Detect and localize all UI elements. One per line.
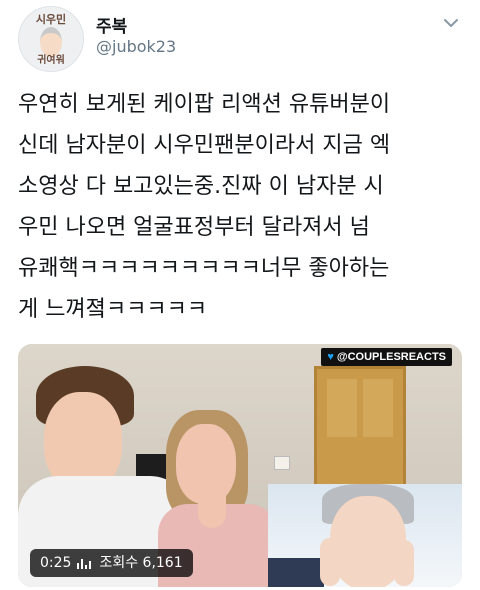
- display-name[interactable]: 주복: [96, 12, 127, 37]
- watermark-text: @COUPLESREACTS: [336, 351, 446, 363]
- inset-hand: [320, 538, 340, 586]
- outlet-graphic: [274, 456, 290, 470]
- channel-watermark: ♥ @COUPLESREACTS: [321, 348, 452, 366]
- tweet-line: 신데 남자분이 시우민팬분이라서 지금 엑: [18, 133, 391, 158]
- user-handle[interactable]: @jubok23: [96, 37, 176, 56]
- tweet-line: 유쾌핵ㅋㅋㅋㅋㅋㅋㅋㅋㅋ너무 좋아하는: [18, 256, 390, 281]
- tweet-text: 우연히 보게된 케이팝 리액션 유튜버분이 신데 남자분이 시우민팬분이라서 지…: [18, 84, 470, 330]
- video-time: 0:25: [40, 555, 72, 571]
- view-count: 조회수 6,161: [99, 555, 183, 571]
- inset-hand: [394, 540, 414, 586]
- avatar-bottom-text: 귀여워: [37, 55, 65, 66]
- avatar-top-text: 시우민: [35, 13, 67, 26]
- inset-body: [268, 558, 324, 587]
- twitter-bird-icon: ♥: [327, 351, 334, 363]
- tweet-line: 우연히 보게된 케이팝 리액션 유튜버분이: [18, 92, 391, 117]
- avatar[interactable]: 시우민 귀여워: [18, 6, 84, 72]
- tweet-line: 소영상 다 보고있는중.진짜 이 남자분 시: [18, 174, 384, 199]
- chevron-down-icon[interactable]: [442, 14, 460, 32]
- video-player[interactable]: ♥ @COUPLESREACTS 0:25 조회수 6,161: [18, 344, 462, 587]
- video-info-overlay: 0:25 조회수 6,161: [30, 549, 193, 577]
- tweet-line: 우민 나오면 얼굴표정부터 달라져서 넘: [18, 215, 370, 240]
- person-hand: [198, 478, 226, 528]
- inset-video: [268, 484, 462, 587]
- audio-bars-icon: [77, 557, 93, 569]
- tweet-line: 게 느껴졐ㅋㅋㅋㅋㅋ: [18, 297, 208, 322]
